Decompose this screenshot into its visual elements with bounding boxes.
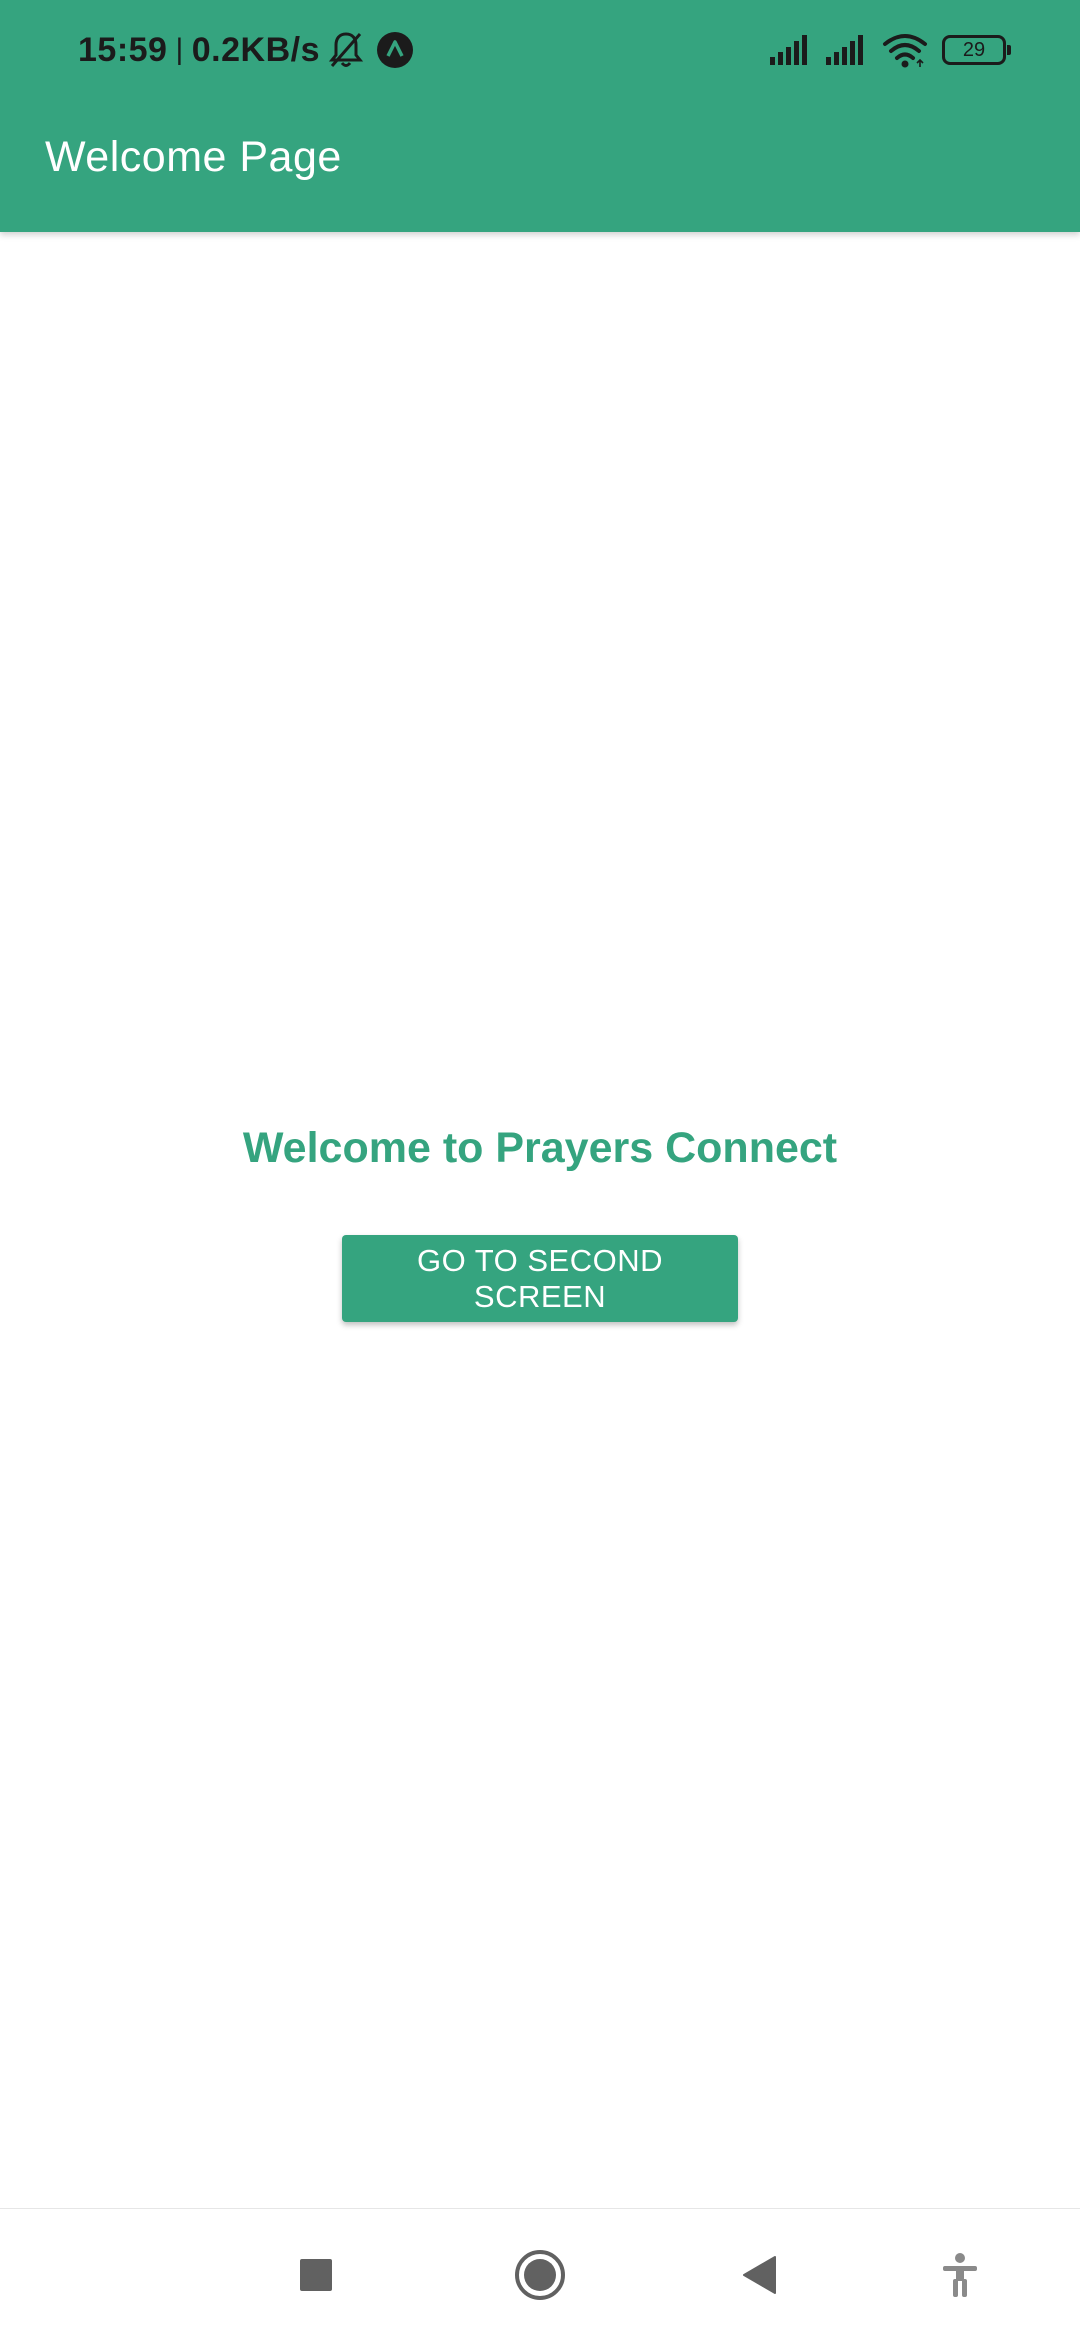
- battery-level: 29: [962, 38, 986, 61]
- back-button[interactable]: [700, 2209, 820, 2340]
- bell-muted-icon: [328, 32, 364, 67]
- signal-icon: [770, 35, 807, 65]
- status-time: 15:59: [78, 30, 168, 69]
- top-app-bar: 15:59 | 0.2KB/s 29 Welcome Page: [0, 0, 1080, 232]
- home-button[interactable]: [480, 2209, 600, 2340]
- go-to-second-screen-button[interactable]: GO TO SECOND SCREEN: [342, 1235, 738, 1322]
- back-triangle-icon: [743, 2256, 776, 2294]
- main-content: Welcome to Prayers Connect GO TO SECOND …: [0, 232, 1080, 2208]
- status-right: 29: [770, 28, 1011, 72]
- page-title: Welcome Page: [45, 133, 342, 181]
- recents-square-icon: [300, 2259, 332, 2291]
- status-left: 15:59 | 0.2KB/s: [78, 26, 414, 74]
- accessibility-button[interactable]: [900, 2209, 1020, 2340]
- status-separator: |: [175, 33, 184, 66]
- signal-icon: [826, 35, 863, 65]
- status-bar: 15:59 | 0.2KB/s 29: [0, 0, 1080, 100]
- welcome-message: Welcome to Prayers Connect: [242, 1124, 838, 1172]
- accessibility-icon: [943, 2253, 977, 2297]
- circle-a-icon: [377, 32, 413, 68]
- system-navigation-bar: [0, 2208, 1080, 2340]
- home-circle-icon: [515, 2250, 565, 2300]
- battery-icon: 29: [942, 35, 1011, 65]
- welcome-screen: 15:59 | 0.2KB/s 29 Welcome Page Welcome …: [0, 0, 1080, 2340]
- recents-button[interactable]: [256, 2209, 376, 2340]
- network-speed: 0.2KB/s: [191, 30, 320, 69]
- wifi-icon: [883, 34, 927, 68]
